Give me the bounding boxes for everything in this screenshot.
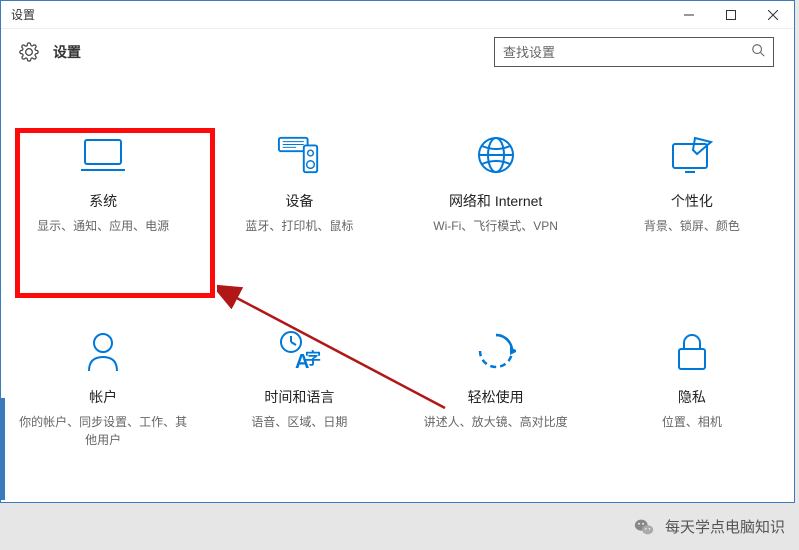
tile-time-language[interactable]: A字 时间和语言 语音、区域、日期	[201, 321, 397, 457]
tile-title: 轻松使用	[468, 387, 524, 407]
settings-window: 设置 设置 系统 显示、通知、应用、电源	[0, 0, 795, 503]
tile-title: 网络和 Internet	[449, 191, 542, 211]
settings-grid: 系统 显示、通知、应用、电源 设备 蓝牙、打印机、鼠标 网络和 Internet…	[1, 75, 794, 457]
search-box[interactable]	[494, 37, 774, 67]
page-title: 设置	[53, 42, 494, 62]
globe-icon	[474, 133, 518, 177]
accounts-icon	[81, 329, 125, 373]
tile-title: 隐私	[678, 387, 706, 407]
tile-title: 帐户	[89, 387, 117, 407]
tile-desc: Wi-Fi、飞行模式、VPN	[433, 217, 558, 235]
search-icon	[751, 43, 765, 62]
close-button[interactable]	[752, 1, 794, 29]
minimize-icon	[684, 10, 694, 20]
personalization-icon	[670, 133, 714, 177]
tile-system[interactable]: 系统 显示、通知、应用、电源	[5, 125, 201, 243]
tile-network[interactable]: 网络和 Internet Wi-Fi、飞行模式、VPN	[398, 125, 594, 243]
time-language-icon: A字	[277, 329, 321, 373]
left-accent-bar	[0, 398, 5, 500]
titlebar: 设置	[1, 1, 794, 29]
tile-devices[interactable]: 设备 蓝牙、打印机、鼠标	[201, 125, 397, 243]
close-icon	[768, 10, 778, 20]
tile-desc: 语音、区域、日期	[251, 413, 347, 431]
tile-title: 系统	[89, 191, 117, 211]
tile-accounts[interactable]: 帐户 你的帐户、同步设置、工作、其他用户	[5, 321, 201, 457]
tile-desc: 你的帐户、同步设置、工作、其他用户	[18, 413, 188, 449]
gear-icon	[19, 42, 39, 62]
maximize-icon	[726, 10, 736, 20]
tile-desc: 蓝牙、打印机、鼠标	[245, 217, 353, 235]
wechat-icon	[633, 516, 655, 538]
tile-desc: 讲述人、放大镜、高对比度	[424, 413, 568, 431]
tile-desc: 显示、通知、应用、电源	[37, 217, 169, 235]
tile-desc: 位置、相机	[662, 413, 722, 431]
svg-text:字: 字	[305, 349, 321, 368]
tile-title: 个性化	[671, 191, 713, 211]
footer: 每天学点电脑知识	[0, 503, 799, 550]
accessibility-icon	[474, 329, 518, 373]
system-icon	[81, 133, 125, 177]
maximize-button[interactable]	[710, 1, 752, 29]
header: 设置	[1, 29, 794, 75]
tile-accessibility[interactable]: 轻松使用 讲述人、放大镜、高对比度	[398, 321, 594, 457]
tile-desc: 背景、锁屏、颜色	[644, 217, 740, 235]
tile-title: 时间和语言	[264, 387, 334, 407]
window-title: 设置	[1, 6, 668, 23]
search-input[interactable]	[503, 45, 751, 60]
footer-text: 每天学点电脑知识	[665, 516, 785, 537]
devices-icon	[277, 133, 321, 177]
minimize-button[interactable]	[668, 1, 710, 29]
tile-privacy[interactable]: 隐私 位置、相机	[594, 321, 790, 457]
tile-personalization[interactable]: 个性化 背景、锁屏、颜色	[594, 125, 790, 243]
tile-title: 设备	[285, 191, 313, 211]
lock-icon	[670, 329, 714, 373]
